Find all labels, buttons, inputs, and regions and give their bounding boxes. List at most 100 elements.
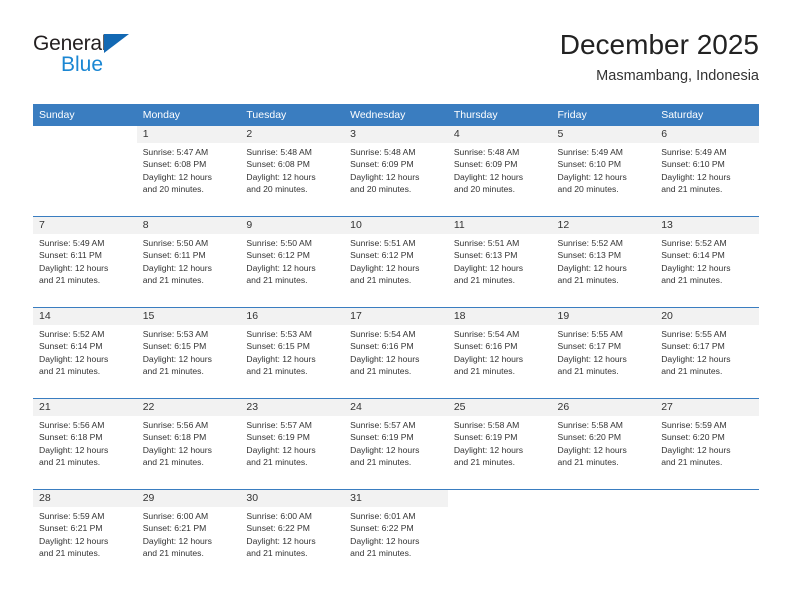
day-details: Sunrise: 5:48 AM Sunset: 6:09 PM Dayligh… <box>448 143 552 195</box>
sunrise-text: Sunrise: 5:53 AM <box>142 329 209 339</box>
day-details <box>448 507 552 510</box>
sunset-text: Sunset: 6:12 PM <box>350 250 414 261</box>
day-cell[interactable]: 28 Sunrise: 5:59 AM Sunset: 6:21 PM Dayl… <box>33 489 137 580</box>
day-cell[interactable] <box>655 489 759 580</box>
day-details: Sunrise: 5:55 AM Sunset: 6:17 PM Dayligh… <box>552 325 656 377</box>
daylight-text-line1: Daylight: 12 hours <box>39 262 109 273</box>
sunset-text: Sunset: 6:11 PM <box>39 250 102 261</box>
day-details: Sunrise: 5:54 AM Sunset: 6:16 PM Dayligh… <box>344 325 448 377</box>
day-cell[interactable] <box>33 126 137 217</box>
calendar-week-row: 1 Sunrise: 5:47 AM Sunset: 6:08 PM Dayli… <box>33 126 759 217</box>
sunset-text: Sunset: 6:10 PM <box>557 159 622 170</box>
daylight-text-line2: and 21 minutes. <box>350 547 412 558</box>
sunrise-text: Sunrise: 5:50 AM <box>142 238 209 248</box>
day-cell[interactable]: 17 Sunrise: 5:54 AM Sunset: 6:16 PM Dayl… <box>344 307 448 399</box>
daylight-text-line1: Daylight: 12 hours <box>661 444 731 455</box>
daylight-text-line2: and 21 minutes. <box>142 456 204 467</box>
day-details <box>552 507 656 510</box>
day-cell[interactable]: 8 Sunrise: 5:50 AM Sunset: 6:11 PM Dayli… <box>136 216 241 308</box>
sunrise-text: Sunrise: 5:51 AM <box>453 238 520 248</box>
day-number: 24 <box>344 399 448 416</box>
sunrise-text: Sunrise: 6:00 AM <box>142 511 209 521</box>
page-header: General Blue December 2025 Masmambang, I… <box>33 28 759 90</box>
daylight-text-line1: Daylight: 12 hours <box>142 444 212 455</box>
day-number: 3 <box>344 126 448 143</box>
sunset-text: Sunset: 6:14 PM <box>39 341 103 352</box>
day-cell[interactable]: 18 Sunrise: 5:54 AM Sunset: 6:16 PM Dayl… <box>447 307 552 399</box>
day-cell[interactable]: 16 Sunrise: 5:53 AM Sunset: 6:15 PM Dayl… <box>240 307 345 399</box>
daylight-text-line2: and 21 minutes. <box>661 183 723 194</box>
daylight-text-line1: Daylight: 12 hours <box>39 353 109 364</box>
day-cell[interactable]: 26 Sunrise: 5:58 AM Sunset: 6:20 PM Dayl… <box>551 398 656 490</box>
day-cell[interactable]: 22 Sunrise: 5:56 AM Sunset: 6:18 PM Dayl… <box>136 398 241 490</box>
day-cell[interactable]: 19 Sunrise: 5:55 AM Sunset: 6:17 PM Dayl… <box>551 307 656 399</box>
day-cell[interactable]: 27 Sunrise: 5:59 AM Sunset: 6:20 PM Dayl… <box>655 398 759 490</box>
day-details: Sunrise: 6:00 AM Sunset: 6:22 PM Dayligh… <box>240 507 344 559</box>
day-cell[interactable]: 5 Sunrise: 5:49 AM Sunset: 6:10 PM Dayli… <box>551 126 656 217</box>
day-cell[interactable]: 23 Sunrise: 5:57 AM Sunset: 6:19 PM Dayl… <box>240 398 345 490</box>
day-cell[interactable]: 21 Sunrise: 5:56 AM Sunset: 6:18 PM Dayl… <box>33 398 137 490</box>
day-cell[interactable]: 24 Sunrise: 5:57 AM Sunset: 6:19 PM Dayl… <box>344 398 448 490</box>
day-details: Sunrise: 5:59 AM Sunset: 6:20 PM Dayligh… <box>655 416 759 468</box>
daylight-text-line1: Daylight: 12 hours <box>350 535 420 546</box>
day-details: Sunrise: 5:55 AM Sunset: 6:17 PM Dayligh… <box>655 325 759 377</box>
daylight-text-line1: Daylight: 12 hours <box>350 171 420 182</box>
day-cell[interactable]: 4 Sunrise: 5:48 AM Sunset: 6:09 PM Dayli… <box>447 126 552 217</box>
day-details: Sunrise: 5:57 AM Sunset: 6:19 PM Dayligh… <box>344 416 448 468</box>
day-number <box>551 490 656 507</box>
day-cell[interactable] <box>447 489 552 580</box>
sunset-text: Sunset: 6:09 PM <box>350 159 414 170</box>
day-cell[interactable]: 20 Sunrise: 5:55 AM Sunset: 6:17 PM Dayl… <box>655 307 759 399</box>
day-number: 2 <box>240 126 345 143</box>
sunset-text: Sunset: 6:14 PM <box>661 250 725 261</box>
day-cell[interactable]: 12 Sunrise: 5:52 AM Sunset: 6:13 PM Dayl… <box>551 216 656 308</box>
sunrise-text: Sunrise: 5:57 AM <box>246 420 312 430</box>
daylight-text-line2: and 21 minutes. <box>661 274 723 285</box>
day-cell[interactable]: 6 Sunrise: 5:49 AM Sunset: 6:10 PM Dayli… <box>655 126 759 217</box>
day-cell[interactable]: 30 Sunrise: 6:00 AM Sunset: 6:22 PM Dayl… <box>240 489 345 580</box>
day-number <box>655 490 759 507</box>
daylight-text-line2: and 21 minutes. <box>246 547 308 558</box>
day-cell[interactable]: 7 Sunrise: 5:49 AM Sunset: 6:11 PM Dayli… <box>33 216 137 308</box>
sunset-text: Sunset: 6:13 PM <box>453 250 518 261</box>
daylight-text-line2: and 21 minutes. <box>142 365 204 376</box>
weekday-header-sunday: Sunday <box>33 104 137 126</box>
sunrise-text: Sunrise: 5:56 AM <box>39 420 105 430</box>
day-cell[interactable]: 11 Sunrise: 5:51 AM Sunset: 6:13 PM Dayl… <box>447 216 552 308</box>
day-cell[interactable]: 10 Sunrise: 5:51 AM Sunset: 6:12 PM Dayl… <box>344 216 448 308</box>
day-details: Sunrise: 5:49 AM Sunset: 6:10 PM Dayligh… <box>552 143 656 195</box>
daylight-text-line1: Daylight: 12 hours <box>453 353 524 364</box>
sunrise-text: Sunrise: 5:48 AM <box>350 147 416 157</box>
day-cell[interactable]: 14 Sunrise: 5:52 AM Sunset: 6:14 PM Dayl… <box>33 307 137 399</box>
sunrise-text: Sunrise: 5:47 AM <box>142 147 209 157</box>
sunset-text: Sunset: 6:09 PM <box>453 159 518 170</box>
sunset-text: Sunset: 6:16 PM <box>350 341 414 352</box>
day-number: 18 <box>447 308 552 325</box>
day-cell[interactable]: 9 Sunrise: 5:50 AM Sunset: 6:12 PM Dayli… <box>240 216 345 308</box>
sunset-text: Sunset: 6:08 PM <box>142 159 207 170</box>
day-cell[interactable] <box>551 489 656 580</box>
daylight-text-line2: and 20 minutes. <box>557 183 619 194</box>
brand-name-blue: Blue <box>61 53 104 76</box>
day-cell[interactable]: 1 Sunrise: 5:47 AM Sunset: 6:08 PM Dayli… <box>136 126 241 217</box>
sunset-text: Sunset: 6:19 PM <box>246 432 310 443</box>
day-number: 9 <box>240 217 345 234</box>
sunset-text: Sunset: 6:11 PM <box>142 250 206 261</box>
day-cell[interactable]: 3 Sunrise: 5:48 AM Sunset: 6:09 PM Dayli… <box>344 126 448 217</box>
daylight-text-line1: Daylight: 12 hours <box>142 262 212 273</box>
day-number: 16 <box>240 308 345 325</box>
day-details <box>655 507 759 510</box>
day-cell[interactable]: 25 Sunrise: 5:58 AM Sunset: 6:19 PM Dayl… <box>447 398 552 490</box>
sunrise-text: Sunrise: 6:00 AM <box>246 511 312 521</box>
day-cell[interactable]: 13 Sunrise: 5:52 AM Sunset: 6:14 PM Dayl… <box>655 216 759 308</box>
daylight-text-line2: and 20 minutes. <box>246 183 308 194</box>
sunrise-text: Sunrise: 6:01 AM <box>350 511 416 521</box>
day-cell[interactable]: 31 Sunrise: 6:01 AM Sunset: 6:22 PM Dayl… <box>344 489 448 580</box>
day-cell[interactable]: 29 Sunrise: 6:00 AM Sunset: 6:21 PM Dayl… <box>136 489 241 580</box>
day-cell[interactable]: 15 Sunrise: 5:53 AM Sunset: 6:15 PM Dayl… <box>136 307 241 399</box>
day-cell[interactable]: 2 Sunrise: 5:48 AM Sunset: 6:08 PM Dayli… <box>240 126 345 217</box>
daylight-text-line2: and 21 minutes. <box>557 274 619 285</box>
sunrise-text: Sunrise: 5:54 AM <box>453 329 520 339</box>
brand-logo[interactable]: General Blue <box>33 32 203 86</box>
day-number: 14 <box>33 308 137 325</box>
